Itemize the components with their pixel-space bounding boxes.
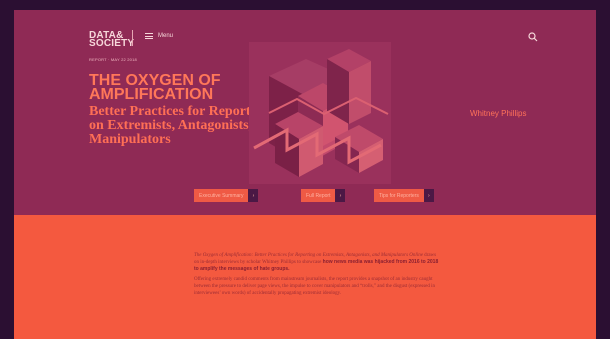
report-meta: REPORT · MAY 22 2018 [89,57,137,62]
arrow-right-icon: › [423,189,434,202]
report-page: DATA& SOCIETY Menu REPORT · MAY 22 2018 … [14,10,596,339]
menu-label: Menu [158,33,174,39]
summary-paragraph-1: The Oxygen of Amplification: Better Prac… [194,252,441,273]
executive-summary-button[interactable]: Executive Summary › [194,189,259,202]
full-report-button[interactable]: Full Report › [301,189,346,202]
data-and-society-logo[interactable]: DATA& SOCIETY [89,30,135,49]
summary-paragraph-2: Offering extremely candid comments from … [194,277,436,296]
isometric-illustration [249,42,391,184]
report-actions: Executive Summary › Full Report › Tips f… [194,189,444,203]
report-summary-copy: The Oxygen of Amplification: Better Prac… [194,252,441,300]
executive-summary-label: Executive Summary [194,189,249,202]
report-hero: DATA& SOCIETY Menu REPORT · MAY 22 2018 … [14,10,596,215]
author-name: Whitney Phillips [470,109,527,118]
full-report-label: Full Report [301,189,336,202]
menu-button[interactable]: Menu [145,33,173,39]
search-icon[interactable] [528,32,538,42]
tips-for-reporters-label: Tips for Reporters [374,189,424,202]
tips-for-reporters-button[interactable]: Tips for Reporters › [374,189,434,202]
logo-text: DATA& SOCIETY [89,30,135,49]
menu-icon [145,33,153,39]
logo-divider [132,30,133,46]
arrow-right-icon: › [248,189,259,202]
arrow-right-icon: › [335,189,346,202]
report-title-reference: The Oxygen of Amplification: Better Prac… [194,253,423,258]
